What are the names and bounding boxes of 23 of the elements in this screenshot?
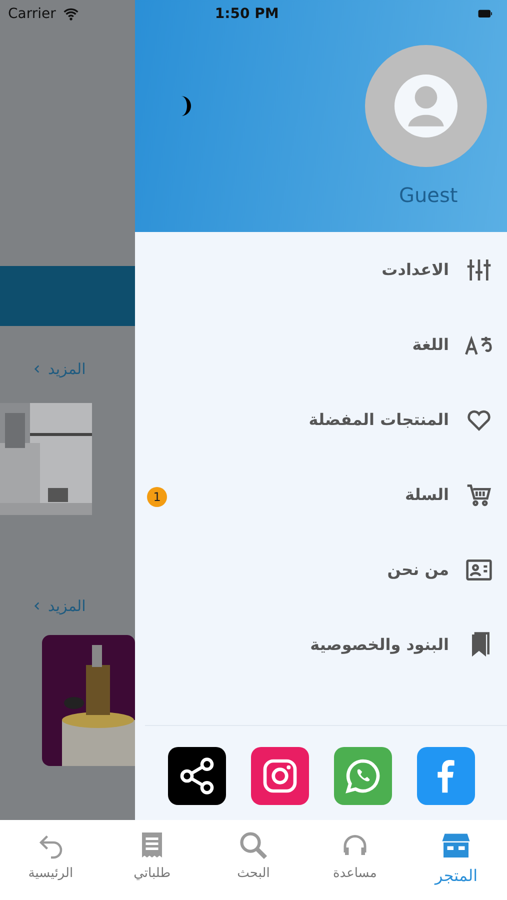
chevron-left-icon <box>32 363 42 376</box>
menu-item[interactable]: الاعدادت <box>382 258 449 282</box>
tab-bar-item[interactable]: الرئيسية <box>0 820 102 900</box>
share-button[interactable] <box>168 747 226 805</box>
menu-item[interactable]: البنود والخصوصية <box>310 632 449 656</box>
facebook-button[interactable] <box>417 747 475 805</box>
instagram-button[interactable] <box>251 747 309 805</box>
menu-item[interactable]: المنتجات المفضلة <box>308 408 449 432</box>
tab-bar-item[interactable]: المتجر <box>406 820 507 900</box>
user-name: Guest <box>399 182 458 209</box>
clock: 1:50 PM <box>214 4 279 24</box>
tab-bar-item[interactable]: مساعدة <box>304 820 406 900</box>
tab-bar-item[interactable]: طلباتي <box>101 820 203 900</box>
carrier-name: Carrier <box>8 4 56 24</box>
whatsapp-button[interactable] <box>334 747 392 805</box>
count-badge: 1 <box>147 486 167 506</box>
menu-item[interactable]: من نحن <box>387 558 449 582</box>
chevron-left-icon <box>32 600 42 612</box>
menu-item[interactable]: اللغة <box>412 332 449 356</box>
tab-bar-item[interactable]: البحث <box>202 820 304 900</box>
avatar-icon <box>365 45 487 167</box>
menu-item[interactable]: السلة <box>404 482 449 506</box>
search-icon <box>238 830 268 860</box>
